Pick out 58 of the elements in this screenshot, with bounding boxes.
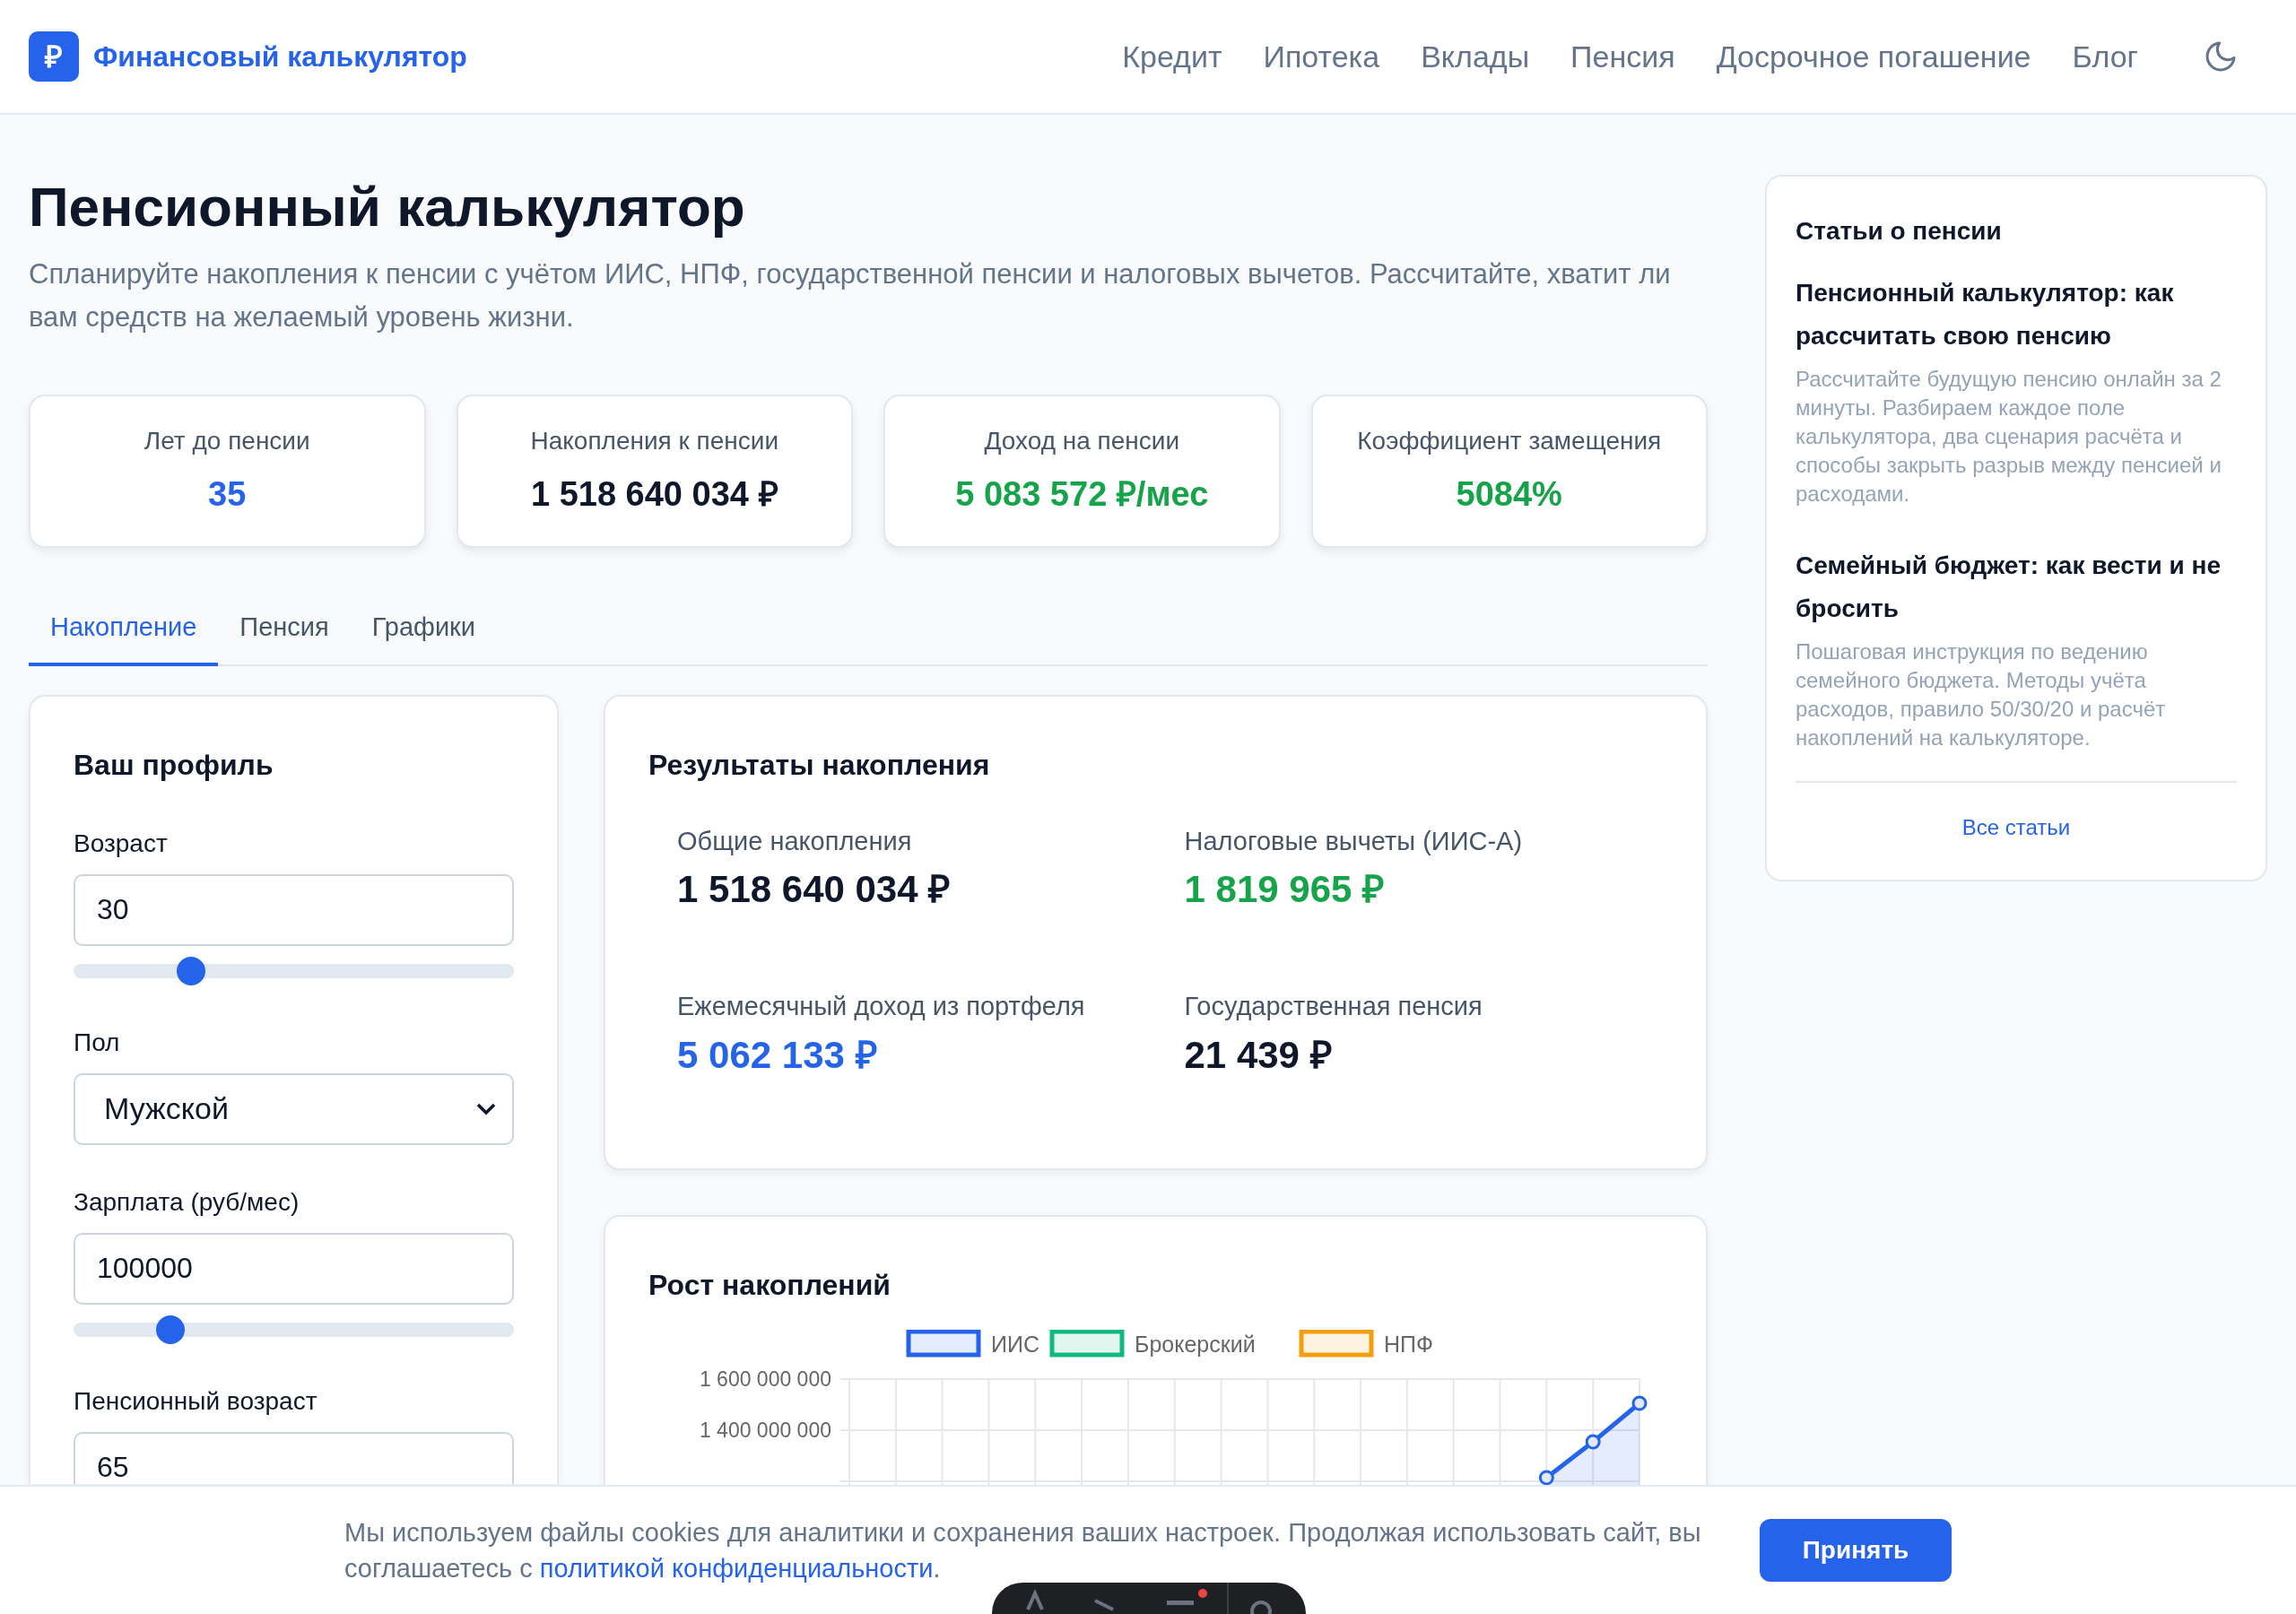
page-title: Пенсионный калькулятор <box>29 175 746 239</box>
slider-thumb[interactable] <box>155 1315 185 1344</box>
article-link[interactable]: Пенсионный калькулятор: как рассчитать свою пенсию <box>1796 272 2237 358</box>
nav-link[interactable]: Пенсия <box>1570 33 1675 80</box>
stat-label: Накопления к пенсии <box>530 425 779 456</box>
select-value: Мужской <box>104 1090 229 1127</box>
input-field[interactable]: 30 <box>74 873 514 946</box>
result-value: 1 518 640 034 ₽ <box>677 867 952 912</box>
select-field[interactable]: Мужской <box>74 1072 514 1145</box>
field-label: Пенсионный возраст <box>74 1385 318 1417</box>
accept-button[interactable]: Принять <box>1760 1519 1952 1582</box>
logo-icon[interactable]: ₽ <box>29 31 79 82</box>
result-label: Государственная пенсия <box>1184 991 1483 1022</box>
article-link[interactable]: Семейный бюджет: как вести и не бросить <box>1796 544 2237 630</box>
result-label: Ежемесячный доход из портфеля <box>677 991 1086 1022</box>
nav-link[interactable]: Кредит <box>1122 33 1222 80</box>
nav-link[interactable]: Вклады <box>1421 33 1530 80</box>
card-title: Результаты накопления <box>648 747 991 783</box>
tab[interactable]: Накопление <box>29 592 219 666</box>
input-field[interactable]: 65 <box>74 1431 514 1484</box>
slider[interactable] <box>74 956 514 985</box>
cookie-text: Мы используем файлы cookies для аналитики и сохранения ваших настроек. Продолжая использовать сайт, вы соглашаетесь с политикой конфиденциальности. <box>344 1517 1702 1584</box>
tab[interactable]: Графики <box>350 592 497 666</box>
card-title: Рост накоплений <box>648 1267 891 1303</box>
y-axis-label: 1 400 000 000 <box>699 1418 831 1442</box>
stat-value: 5 083 572 ₽/мес <box>955 473 1209 515</box>
result-label: Общие накопления <box>677 825 913 857</box>
legend-item[interactable]: Брокерский <box>1049 1329 1256 1357</box>
field-label: Возраст <box>74 828 169 859</box>
nav-link[interactable]: Досрочное погашение <box>1716 33 2031 80</box>
article-summary: Рассчитайте будущую пенсию онлайн за 2 минуты. Разбираем каждое поле калькулятора, два сценария расчёта и способы закрыть разрыв между пенсией и расходами. <box>1796 366 2222 508</box>
slider-thumb[interactable] <box>176 956 205 985</box>
slider[interactable] <box>74 1315 514 1344</box>
result-value: 21 439 ₽ <box>1184 1032 1333 1078</box>
stat-label: Коэффициент замещения <box>1357 425 1662 456</box>
stat-label: Доход на пенсии <box>984 425 1180 456</box>
stat-value: 35 <box>208 473 247 515</box>
stat-value: 5084% <box>1456 473 1562 515</box>
page-subtitle: Спланируйте накопления к пенсии с учётом ИИС, НПФ, государственной пенсии и налоговых вычетов. Рассчитайте, хватит ли вам средств на желаемый уровень жизни. <box>29 256 1672 334</box>
result-value: 1 819 965 ₽ <box>1184 867 1385 912</box>
nav-link[interactable]: Ипотека <box>1263 33 1380 80</box>
article-summary: Пошаговая инструкция по ведению семейного бюджета. Методы учёта расходов, правило 50/30/20 и расчёт накоплений на калькуляторе. <box>1796 638 2167 751</box>
chevron-down-icon <box>476 1102 496 1115</box>
all-articles-link[interactable]: Все статьи <box>1961 804 2071 851</box>
stat-value: 1 518 640 034 ₽ <box>530 473 778 515</box>
field-label: Зарплата (руб/мес) <box>74 1186 300 1218</box>
result-value: 5 062 133 ₽ <box>677 1032 878 1078</box>
card-title: Ваш профиль <box>74 747 274 783</box>
articles-title: Статьи о пенсии <box>1796 216 2003 247</box>
input-field[interactable]: 100000 <box>74 1232 514 1305</box>
result-label: Налоговые вычеты (ИИС-А) <box>1184 825 1524 857</box>
stat-label: Лет до пенсии <box>144 425 310 456</box>
brand-link[interactable]: Финансовый калькулятор <box>93 35 467 78</box>
nav-link[interactable]: Блог <box>2072 33 2138 80</box>
privacy-policy-link[interactable]: политикой конфиденциальности <box>539 1554 934 1583</box>
field-label: Пол <box>74 1027 121 1058</box>
tab[interactable]: Пенсия <box>218 592 351 666</box>
y-axis-label: 1 600 000 000 <box>699 1367 831 1391</box>
